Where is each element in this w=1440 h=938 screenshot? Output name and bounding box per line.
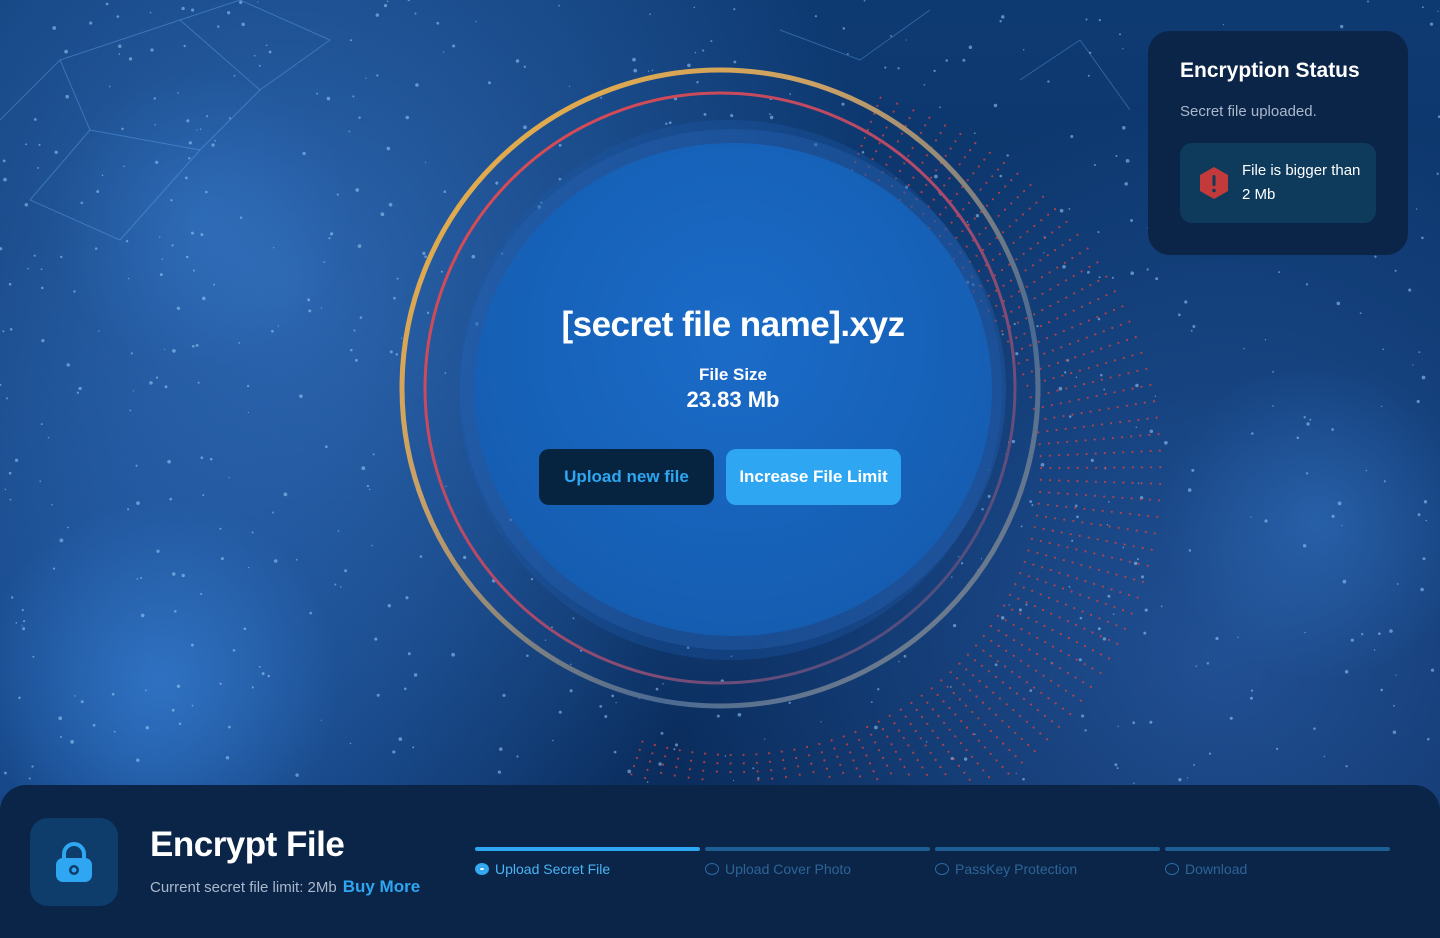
alert-line-2: 2 Mb: [1242, 186, 1276, 203]
step-label: Upload Secret File: [495, 861, 611, 877]
file-size-label: File Size: [698, 365, 768, 384]
bottom-bar: Encrypt File Current secret file limit: …: [0, 785, 1440, 938]
status-subtitle: Secret file uploaded.: [1180, 103, 1317, 120]
step-download[interactable]: Download: [1165, 847, 1390, 877]
step-label: PassKey Protection: [955, 861, 1078, 877]
step-upload-cover-photo[interactable]: Upload Cover Photo: [705, 847, 930, 877]
step-radio-icon: [935, 863, 949, 875]
step-progress-bar: [1165, 847, 1390, 851]
page-title: Encrypt File: [150, 825, 345, 864]
upload-new-file-button[interactable]: Upload new file: [539, 449, 714, 505]
step-passkey-protection[interactable]: PassKey Protection: [935, 847, 1160, 877]
alert-message: File is bigger than 2 Mb: [1242, 159, 1360, 207]
progress-steps: Upload Secret File Upload Cover Photo Pa…: [475, 847, 1391, 887]
lock-icon: [56, 842, 92, 882]
encryption-status-card: Encryption Status Secret file uploaded. …: [1148, 31, 1408, 255]
step-progress-bar: [935, 847, 1160, 851]
step-radio-icon: [475, 863, 489, 875]
alert-line-1: File is bigger than: [1242, 162, 1361, 179]
step-label: Download: [1185, 861, 1248, 877]
file-limit-info: Current secret file limit: 2Mb Buy More: [150, 877, 420, 897]
step-progress-bar: [475, 847, 700, 851]
buy-more-link[interactable]: Buy More: [343, 877, 420, 896]
file-name: [secret file name].xyz: [561, 305, 905, 344]
step-radio-icon: [705, 863, 719, 875]
file-info-panel: [secret file name].xyz File Size 23.83 M…: [474, 143, 992, 636]
step-radio-icon: [1165, 863, 1179, 875]
app-stage: [secret file name].xyz File Size 23.83 M…: [0, 0, 1440, 938]
status-title: Encryption Status: [1180, 59, 1360, 82]
warning-hexagon-icon: [1200, 167, 1228, 199]
step-progress-bar: [705, 847, 930, 851]
lock-tile: [30, 818, 118, 906]
file-limit-text: Current secret file limit: 2Mb: [150, 879, 337, 896]
file-size-alert: File is bigger than 2 Mb: [1180, 143, 1376, 223]
file-size-value: 23.83 Mb: [686, 387, 780, 412]
step-upload-secret-file[interactable]: Upload Secret File: [475, 847, 700, 877]
increase-file-limit-button[interactable]: Increase File Limit: [726, 449, 901, 505]
step-label: Upload Cover Photo: [725, 861, 852, 877]
